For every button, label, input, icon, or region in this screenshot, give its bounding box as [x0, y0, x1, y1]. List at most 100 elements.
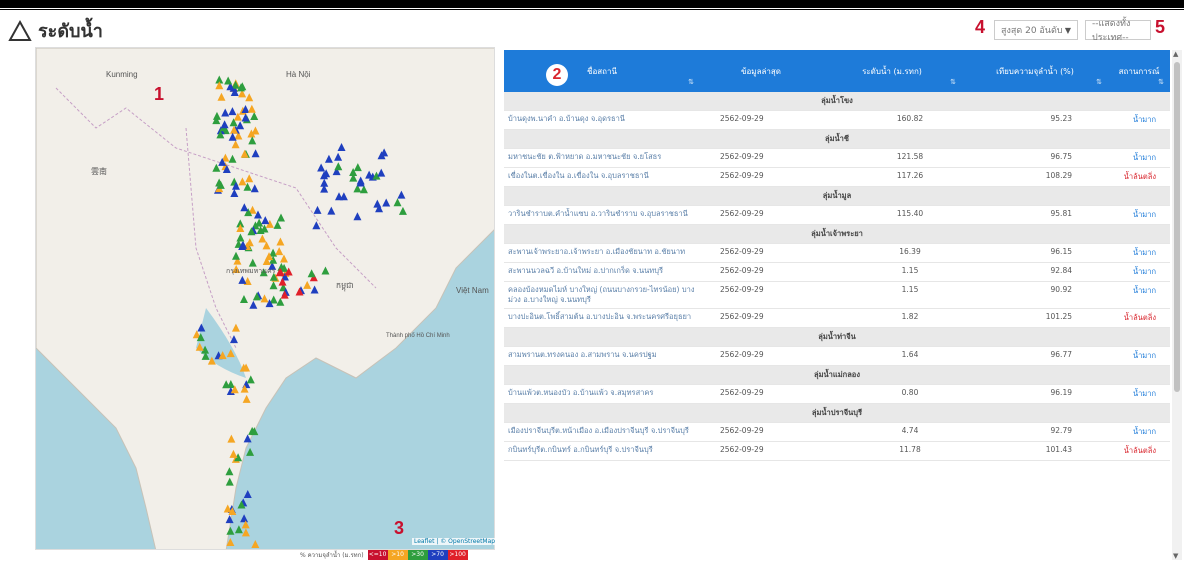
situation-status: น้ำมาก — [1108, 422, 1170, 442]
table-row[interactable]: เขื่องในต.เขื่องใน อ.เขื่องใน จ.อุบลราชธ… — [504, 167, 1170, 187]
table-row[interactable]: เมืองปราจีนบุรีต.หน้าเมือง อ.เมืองปราจีน… — [504, 422, 1170, 442]
station-map[interactable]: Kunming 雲南 Hà Nội กรุงเทพมหานคร កម្ពុជា … — [35, 47, 495, 550]
capacity-percent: 96.19 — [962, 384, 1108, 404]
table-row[interactable]: บ้านดุงพ.นาคำ อ.บ้านดุง จ.อุดรธานี 2562-0… — [504, 110, 1170, 130]
capacity-percent: 96.75 — [962, 148, 1108, 168]
page-title: ระดับน้ำ — [8, 16, 103, 45]
legend-item: >30 — [407, 550, 428, 560]
table-row[interactable]: บ้านแพ้วต.หนองบัว อ.บ้านแพ้ว จ.สมุทรสาคร… — [504, 384, 1170, 404]
station-name[interactable]: เขื่องในต.เขื่องใน อ.เขื่องใน จ.อุบลราชธ… — [504, 167, 700, 187]
page-title-text: ระดับน้ำ — [38, 21, 103, 42]
table-row[interactable]: บางปะอินต.โพธิ์สามต้น อ.บางปะอิน จ.พระนค… — [504, 308, 1170, 328]
top-border — [0, 0, 1184, 8]
station-name[interactable]: กบินทร์บุรีต.กบินทร์ อ.กบินทร์บุรี จ.ปรา… — [504, 441, 700, 461]
water-level: 121.58 — [822, 148, 962, 168]
station-name[interactable]: สะพานเจ้าพระยาอ.เจ้าพระยา อ.เมืองชัยนาท … — [504, 243, 700, 263]
legend-item: >70 — [427, 550, 448, 560]
water-level: 1.15 — [822, 262, 962, 282]
callout-number-3: 3 — [394, 518, 405, 538]
chevron-down-icon: ▼ — [1064, 25, 1071, 35]
table-row[interactable]: มหาชนะชัย ต.ฟ้าหยาด อ.มหาชนะชัย จ.ยโสธร 2… — [504, 148, 1170, 168]
sort-icon: ⇅ — [1096, 78, 1102, 86]
latest-date: 2562-09-29 — [700, 110, 822, 130]
latest-date: 2562-09-29 — [700, 262, 822, 282]
situation-status: น้ำมาก — [1108, 148, 1170, 168]
station-name[interactable]: บ้านดุงพ.นาคำ อ.บ้านดุง จ.อุดรธานี — [504, 110, 700, 130]
basin-group-label: ลุ่มน้ำแม่กลอง — [504, 365, 1170, 385]
water-level: 1.82 — [822, 308, 962, 328]
table-row[interactable]: วารินชำราบต.คำน้ำแซบ อ.วารินชำราบ จ.อุบล… — [504, 205, 1170, 225]
latest-date: 2562-09-29 — [700, 167, 822, 187]
station-marker[interactable] — [240, 514, 249, 523]
basin-group-label: ลุ่มน้ำมูล — [504, 186, 1170, 206]
station-name[interactable]: มหาชนะชัย ต.ฟ้าหยาด อ.มหาชนะชัย จ.ยโสธร — [504, 148, 700, 168]
basin-group-row: ลุ่มน้ำท่าจีน — [504, 327, 1170, 347]
basin-group-label: ลุ่มน้ำท่าจีน — [504, 327, 1170, 347]
map-attribution[interactable]: Leaflet | © OpenStreetMap — [412, 538, 498, 545]
legend-item: >10 — [387, 550, 408, 560]
table-row[interactable]: สะพานเจ้าพระยาอ.เจ้าพระยา อ.เมืองชัยนาท … — [504, 243, 1170, 263]
column-header-status[interactable]: สถานการณ์ ⇅ — [1108, 50, 1170, 92]
table-row[interactable]: คลองบ้องหมดไมห์ บางใหญ่ (ถนนบางกรวย-ไทรน… — [504, 281, 1170, 309]
station-marker[interactable] — [234, 525, 243, 534]
station-name[interactable]: สะพานนวลฉวี อ.บ้านใหม่ อ.ปากเกร็ด จ.นนทบ… — [504, 262, 700, 282]
station-name[interactable]: วารินชำราบต.คำน้ำแซบ อ.วารินชำราบ จ.อุบล… — [504, 205, 700, 225]
capacity-percent: 96.15 — [962, 243, 1108, 263]
table-row[interactable]: กบินทร์บุรีต.กบินทร์ อ.กบินทร์บุรี จ.ปรา… — [504, 441, 1170, 461]
map-label-hochiminh: Thành phố Hồ Chí Minh — [386, 333, 450, 339]
water-level: 1.64 — [822, 346, 962, 366]
basin-group-label: ลุ่มน้ำปราจีนบุรี — [504, 403, 1170, 423]
latest-date: 2562-09-29 — [700, 205, 822, 225]
station-marker[interactable] — [243, 490, 252, 499]
station-name[interactable]: คลองบ้องหมดไมห์ บางใหญ่ (ถนนบางกรวย-ไทรน… — [504, 281, 700, 309]
station-marker[interactable] — [246, 447, 255, 456]
sort-select-value: สูงสุด 20 อันดับ — [1001, 26, 1063, 36]
latest-date: 2562-09-29 — [700, 308, 822, 328]
basin-group-row: ลุ่มน้ำโขง — [504, 92, 1170, 111]
latest-date: 2562-09-29 — [700, 422, 822, 442]
sort-icon: ⇅ — [950, 78, 956, 86]
map-canvas[interactable] — [36, 48, 495, 550]
station-marker[interactable] — [241, 528, 250, 537]
basin-group-row: ลุ่มน้ำปราจีนบุรี — [504, 403, 1170, 423]
water-level: 160.82 — [822, 110, 962, 130]
situation-status: น้ำมาก — [1108, 281, 1170, 309]
capacity-percent: 95.23 — [962, 110, 1108, 130]
scroll-down-icon[interactable]: ▼ — [1173, 552, 1178, 560]
table-row[interactable]: สามพรานต.ทรงคนอง อ.สามพราน จ.นครปฐม 2562-… — [504, 346, 1170, 366]
callout-number-4: 4 — [975, 17, 986, 37]
column-header-capacity[interactable]: เทียบความจุลำน้ำ (%) ⇅ — [962, 50, 1108, 92]
situation-status: น้ำมาก — [1108, 110, 1170, 130]
capacity-percent: 92.84 — [962, 262, 1108, 282]
table-row[interactable]: สะพานนวลฉวี อ.บ้านใหม่ อ.ปากเกร็ด จ.นนทบ… — [504, 262, 1170, 282]
situation-status: น้ำล้นตลิ่ง — [1108, 167, 1170, 187]
station-name[interactable]: บ้านแพ้วต.หนองบัว อ.บ้านแพ้ว จ.สมุทรสาคร — [504, 384, 700, 404]
column-header-level[interactable]: ระดับน้ำ (ม.รทก) ⇅ — [822, 50, 962, 92]
map-label-vietnam: Việt Nam — [456, 286, 489, 295]
situation-status: น้ำมาก — [1108, 384, 1170, 404]
map-label-kunming: Kunming — [106, 70, 138, 79]
table-scrollbar[interactable]: ▲ ▼ — [1172, 50, 1182, 560]
station-name[interactable]: เมืองปราจีนบุรีต.หน้าเมือง อ.เมืองปราจีน… — [504, 422, 700, 442]
column-header-station[interactable]: ชื่อสถานี ⇅ — [504, 50, 700, 92]
map-legend: % ความจุลำน้ำ (ม.รทก) <=10 >10 >30 >70 >… — [300, 550, 468, 560]
situation-status: น้ำมาก — [1108, 346, 1170, 366]
capacity-percent: 95.81 — [962, 205, 1108, 225]
station-marker[interactable] — [251, 540, 260, 549]
station-name[interactable]: บางปะอินต.โพธิ์สามต้น อ.บางปะอิน จ.พระนค… — [504, 308, 700, 328]
station-name[interactable]: สามพรานต.ทรงคนอง อ.สามพราน จ.นครปฐม — [504, 346, 700, 366]
legend-label: % ความจุลำน้ำ (ม.รทก) — [300, 552, 364, 559]
scroll-thumb[interactable] — [1174, 62, 1180, 392]
situation-status: น้ำล้นตลิ่ง — [1108, 441, 1170, 461]
water-level: 11.78 — [822, 441, 962, 461]
water-level-table: ชื่อสถานี ⇅ ข้อมูลล่าสุด ระดับน้ำ (ม.รทก)… — [504, 50, 1170, 560]
basin-group-label: ลุ่มน้ำเจ้าพระยา — [504, 224, 1170, 244]
map-label-bangkok: กรุงเทพมหานคร — [226, 268, 276, 275]
scroll-up-icon[interactable]: ▲ — [1173, 50, 1178, 58]
column-header-date[interactable]: ข้อมูลล่าสุด — [700, 50, 822, 92]
top-border-line — [0, 9, 1184, 10]
capacity-percent: 101.25 — [962, 308, 1108, 328]
sort-select[interactable]: สูงสุด 20 อันดับ ▼ — [994, 20, 1078, 40]
capacity-percent: 96.77 — [962, 346, 1108, 366]
basin-select[interactable]: --แสดงทั้งประเทศ-- — [1085, 19, 1151, 43]
